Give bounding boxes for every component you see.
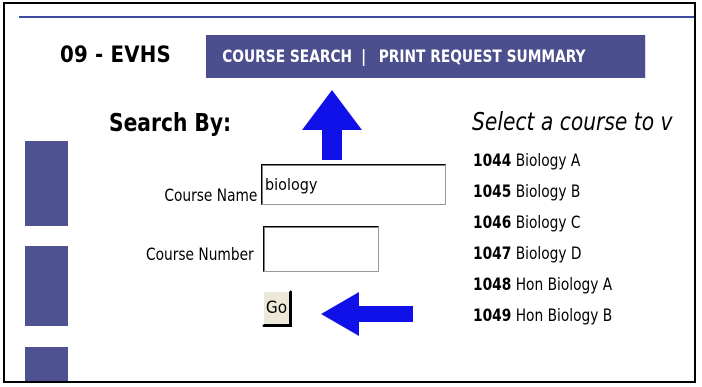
up-arrow-annotation-icon: [302, 90, 362, 160]
sidebar-block-2[interactable]: [25, 246, 68, 326]
course-title: Biology D: [515, 244, 582, 264]
nav-bar: 09 - EVHS COURSE SEARCH | PRINT REQUEST …: [5, 35, 694, 78]
tab-course-search[interactable]: COURSE SEARCH: [206, 47, 352, 67]
search-by-heading: Search By:: [109, 108, 232, 137]
course-title: Biology C: [515, 213, 581, 233]
select-course-heading: Select a course to v: [472, 107, 673, 136]
course-item[interactable]: 1047 Biology D: [473, 239, 612, 270]
course-item[interactable]: 1046 Biology C: [473, 208, 612, 239]
course-number: 1044: [473, 151, 512, 171]
tab-separator: |: [361, 46, 367, 67]
browser-frame: 09 - EVHS COURSE SEARCH | PRINT REQUEST …: [3, 2, 696, 383]
course-title: Hon Biology B: [515, 306, 613, 326]
course-item[interactable]: 1044 Biology A: [473, 146, 612, 177]
course-list: 1044 Biology A 1045 Biology B 1046 Biolo…: [473, 146, 612, 332]
course-item[interactable]: 1049 Hon Biology B: [473, 301, 612, 332]
course-number: 1046: [473, 213, 512, 233]
course-number: 1047: [473, 244, 512, 264]
course-number: 1049: [473, 306, 512, 326]
school-label: 09 - EVHS: [60, 43, 171, 68]
course-number: 1045: [473, 182, 512, 202]
nav-tabs: COURSE SEARCH | PRINT REQUEST SUMMARY: [206, 35, 646, 78]
course-item[interactable]: 1045 Biology B: [473, 177, 612, 208]
left-arrow-annotation-icon: [321, 292, 413, 336]
course-title: Biology A: [515, 151, 581, 171]
tab-print-request-summary[interactable]: PRINT REQUEST SUMMARY: [366, 47, 586, 67]
top-divider: [19, 16, 694, 18]
course-title: Hon Biology A: [515, 275, 613, 295]
course-title: Biology B: [515, 182, 581, 202]
course-number: 1048: [473, 275, 512, 295]
course-number-input[interactable]: [263, 226, 379, 272]
course-item[interactable]: 1048 Hon Biology A: [473, 270, 612, 301]
course-name-input[interactable]: [261, 164, 446, 205]
go-button[interactable]: Go: [262, 290, 291, 326]
course-number-label: Course Number: [146, 245, 254, 265]
sidebar-block-3[interactable]: [25, 347, 68, 381]
course-name-label: Course Name: [163, 186, 257, 206]
sidebar-block-1[interactable]: [25, 141, 68, 226]
